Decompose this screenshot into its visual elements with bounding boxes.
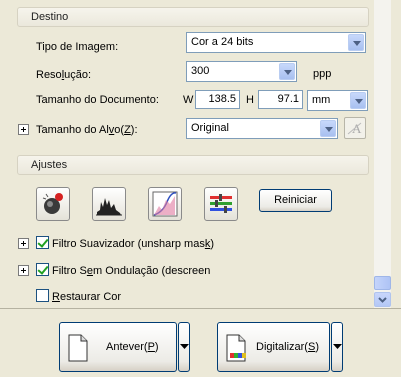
- preview-label: Antever(P): [106, 341, 159, 353]
- scan-menu-button[interactable]: [331, 322, 343, 372]
- settings-pane: Destino Tipo de Imagem: Cor a 24 bits Re…: [0, 0, 374, 308]
- histogram-icon: [96, 198, 122, 216]
- chevron-down-icon[interactable]: [279, 63, 295, 80]
- histogram-button[interactable]: [92, 187, 126, 221]
- target-size-label: Tamanho do Alvo(Z):: [36, 124, 138, 136]
- scan-button[interactable]: Digitalizar(S): [217, 322, 330, 372]
- chevron-down-icon[interactable]: [320, 120, 336, 137]
- scan-label: Digitalizar(S): [256, 341, 319, 353]
- chevron-down-icon: [378, 297, 387, 303]
- destino-header: Destino: [17, 7, 369, 27]
- image-adjustment-button[interactable]: [204, 187, 238, 221]
- resolution-label: Resolução:: [36, 69, 92, 81]
- color-sliders-icon: [210, 194, 232, 213]
- scan-document-icon: [226, 334, 246, 362]
- right-margin: [391, 0, 401, 308]
- auto-exposure-icon: [42, 193, 63, 214]
- expand-target-size-icon[interactable]: [18, 124, 29, 135]
- text-orientation-icon: A: [347, 121, 362, 136]
- target-size-select[interactable]: Original: [186, 118, 338, 139]
- preview-menu-button[interactable]: [178, 322, 190, 372]
- restore-color-checkbox[interactable]: [36, 289, 49, 302]
- width-label: W: [183, 94, 194, 106]
- chevron-down-icon[interactable]: [350, 92, 366, 109]
- target-size-value: Original: [191, 122, 229, 134]
- restore-color-label: Restaurar Cor: [52, 291, 122, 303]
- unsharp-label: Filtro Suavizador (unsharp mask): [52, 238, 215, 250]
- dropdown-arrow-icon: [333, 344, 342, 349]
- unit-select[interactable]: mm: [307, 90, 368, 111]
- vertical-scrollbar[interactable]: [374, 0, 391, 308]
- image-type-select[interactable]: Cor a 24 bits: [186, 32, 366, 53]
- resolution-unit: ppp: [313, 68, 332, 80]
- width-input[interactable]: 138.5: [195, 90, 240, 109]
- ajustes-header: Ajustes: [17, 155, 369, 175]
- expand-descreen-icon[interactable]: [18, 265, 29, 276]
- image-type-value: Cor a 24 bits: [191, 36, 254, 48]
- chevron-down-icon[interactable]: [348, 34, 364, 51]
- scroll-down-button[interactable]: [374, 292, 391, 307]
- unsharp-checkbox[interactable]: [36, 236, 49, 249]
- height-input[interactable]: 97.1: [258, 90, 303, 109]
- image-type-label: Tipo de Imagem:: [36, 41, 119, 53]
- preview-button[interactable]: Antever(P): [59, 322, 177, 372]
- unit-value: mm: [312, 94, 331, 106]
- document-icon: [68, 334, 88, 362]
- descreen-checkbox[interactable]: [36, 263, 49, 276]
- auto-exposure-button[interactable]: [36, 187, 70, 221]
- action-bar: Antever(P) Digitalizar(S): [0, 308, 401, 377]
- scrollbar-thumb[interactable]: [374, 276, 391, 290]
- dropdown-arrow-icon: [180, 344, 189, 349]
- orientation-button[interactable]: A: [344, 117, 366, 139]
- resolution-select[interactable]: 300: [186, 61, 297, 82]
- resolution-value: 300: [191, 65, 210, 77]
- descreen-label: Filtro Sem Ondulação (descreen: [52, 265, 211, 277]
- height-label: H: [246, 94, 254, 106]
- expand-unsharp-icon[interactable]: [18, 238, 29, 249]
- tone-correction-button[interactable]: [148, 187, 182, 221]
- doc-size-label: Tamanho do Documento:: [36, 94, 159, 106]
- reset-button[interactable]: Reiniciar: [259, 189, 332, 212]
- tone-curve-icon: [152, 191, 178, 217]
